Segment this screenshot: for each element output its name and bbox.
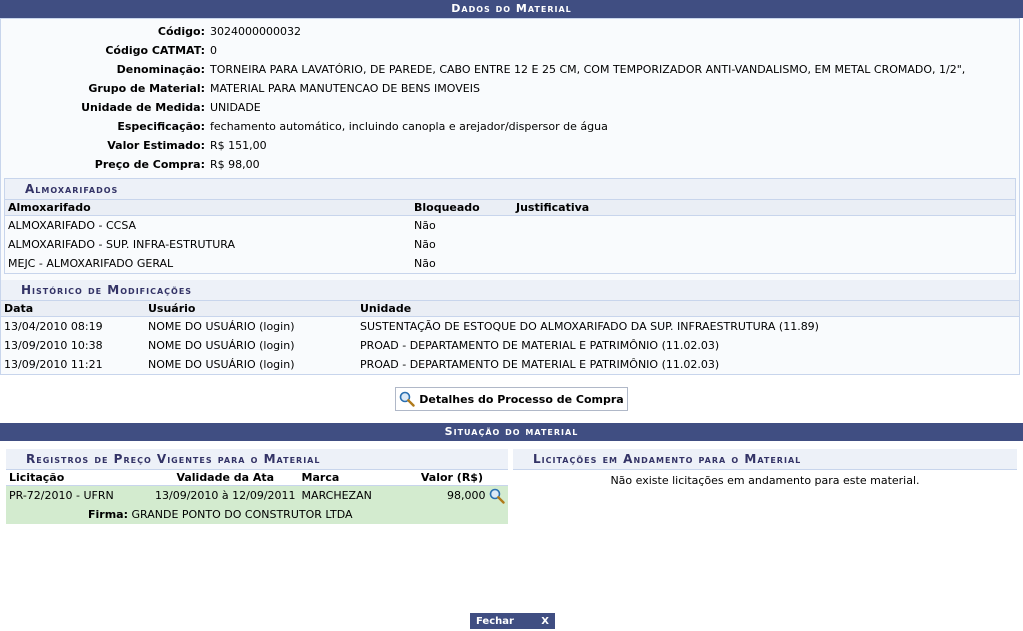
info-row: Código CATMAT: 0 <box>1 41 1019 60</box>
info-row: Especificação: fechamento automático, inc… <box>1 117 1019 136</box>
details-button-wrap: Detalhes do Processo de Compra <box>0 375 1023 423</box>
almox-justificativa <box>513 235 1015 254</box>
info-label: Valor Estimado: <box>107 139 205 152</box>
info-row: Unidade de Medida: UNIDADE <box>1 98 1019 117</box>
table-row: MEJC - ALMOXARIFADO GERAL Não <box>5 254 1015 273</box>
info-label: Código: <box>157 25 205 38</box>
info-row: Código: 3024000000032 <box>1 22 1019 41</box>
material-info: Código: 3024000000032 Código CATMAT: 0 Den… <box>1 19 1019 178</box>
col-marca: Marca <box>298 470 405 486</box>
col-justificativa: Justificativa <box>513 200 1015 216</box>
col-licitacao: Licitação <box>6 470 152 486</box>
info-label: Grupo de Material: <box>88 82 205 95</box>
details-process-label: Detalhes do Processo de Compra <box>419 392 624 406</box>
hist-unidade: PROAD - DEPARTAMENTO DE MATERIAL E PATRI… <box>360 358 720 371</box>
close-icon: X <box>541 615 549 627</box>
info-value: MATERIAL PARA MANUTENCAO DE BENS IMOVEIS <box>210 82 480 95</box>
reg-validade: 13/09/2010 à 12/09/2011 <box>152 485 299 505</box>
col-unidade: Unidade <box>357 301 1019 317</box>
magnifier-icon[interactable] <box>489 488 505 504</box>
situacao-header: Situação do material <box>0 423 1023 441</box>
almoxarifados-title: Almoxarifados <box>5 179 1015 200</box>
historico-table: Data Usuário Unidade 13/04/2010 08:19 NOM… <box>1 301 1019 374</box>
situacao-header-title: Situação do material <box>444 425 579 438</box>
reg-valor: 98,000 <box>447 488 486 502</box>
firma-value: GRANDE PONTO DO CONSTRUTOR LTDA <box>131 508 353 521</box>
reg-licitacao: PR-72/2010 - UFRN <box>6 485 152 505</box>
almox-name: ALMOXARIFADO - SUP. INFRA-ESTRUTURA <box>8 238 236 251</box>
info-value: UNIDADE <box>210 101 261 114</box>
registros-title: Registros de Preço Vigentes para o Mater… <box>6 449 508 470</box>
close-button[interactable]: Fechar X <box>470 613 555 629</box>
licitacoes-title: Licitações em Andamento para o Material <box>513 449 1017 470</box>
almox-name: ALMOXARIFADO - CCSA <box>8 219 137 232</box>
historico-section: Histórico de Modificações Data Usuário U… <box>1 280 1019 374</box>
almox-name: MEJC - ALMOXARIFADO GERAL <box>8 257 174 270</box>
info-row: Denominação: TORNEIRA PARA LAVATÓRIO, DE … <box>1 60 1019 79</box>
col-bloqueado: Bloqueado <box>411 200 513 216</box>
almox-bloqueado: Não <box>414 257 436 270</box>
hist-unidade: PROAD - DEPARTAMENTO DE MATERIAL E PATRI… <box>360 339 720 352</box>
col-validade: Validade da Ata <box>152 470 299 486</box>
almox-bloqueado: Não <box>414 238 436 251</box>
reg-valor-cell: 98,000 <box>404 485 508 505</box>
licitacoes-empty: Não existe licitações em andamento para … <box>610 474 920 487</box>
info-value: TORNEIRA PARA LAVATÓRIO, DE PAREDE, CABO… <box>210 63 966 76</box>
info-value: fechamento automático, incluindo canopla… <box>210 120 608 133</box>
material-panel: Código: 3024000000032 Código CATMAT: 0 Den… <box>0 18 1020 375</box>
table-row: ALMOXARIFADO - SUP. INFRA-ESTRUTURA Não <box>5 235 1015 254</box>
almox-justificativa <box>513 216 1015 236</box>
firma-label: Firma: <box>88 508 128 521</box>
col-almoxarifado: Almoxarifado <box>5 200 411 216</box>
hist-usuario: NOME DO USUÁRIO (login) <box>148 358 295 371</box>
reg-marca: MARCHEZAN <box>298 485 405 505</box>
almoxarifados-table: Almoxarifado Bloqueado Justificativa ALM… <box>5 200 1015 273</box>
table-row: PR-72/2010 - UFRN 13/09/2010 à 12/09/201… <box>6 485 508 505</box>
info-label: Unidade de Medida: <box>81 101 205 114</box>
info-label: Especificação: <box>117 120 205 133</box>
almoxarifados-section: Almoxarifados Almoxarifado Bloqueado Jus… <box>4 178 1016 274</box>
hist-usuario: NOME DO USUÁRIO (login) <box>148 339 295 352</box>
info-row: Grupo de Material: MATERIAL PARA MANUTENC… <box>1 79 1019 98</box>
almox-justificativa <box>513 254 1015 273</box>
info-value: 0 <box>210 44 217 57</box>
magnifier-icon <box>399 391 415 407</box>
info-row: Preço de Compra: R$ 98,00 <box>1 155 1019 174</box>
registros-section: Registros de Preço Vigentes para o Mater… <box>6 449 508 524</box>
info-value: R$ 151,00 <box>210 139 267 152</box>
col-usuario: Usuário <box>145 301 357 317</box>
table-row: ALMOXARIFADO - CCSA Não <box>5 216 1015 236</box>
material-header: Dados do Material <box>0 0 1023 18</box>
almox-bloqueado: Não <box>414 219 436 232</box>
table-row: 13/09/2010 10:38 NOME DO USUÁRIO (login) P… <box>1 336 1019 355</box>
info-label: Denominação: <box>116 63 205 76</box>
col-data: Data <box>1 301 145 317</box>
hist-data: 13/09/2010 11:21 <box>4 358 103 371</box>
info-value: R$ 98,00 <box>210 158 260 171</box>
hist-data: 13/04/2010 08:19 <box>4 320 103 333</box>
hist-unidade: SUSTENTAÇÃO DE ESTOQUE DO ALMOXARIFADO D… <box>360 320 819 333</box>
info-label: Código CATMAT: <box>105 44 205 57</box>
firma-cell: Firma: GRANDE PONTO DO CONSTRUTOR LTDA <box>6 505 508 524</box>
hist-data: 13/09/2010 10:38 <box>4 339 103 352</box>
col-valor: Valor (R$) <box>404 470 508 486</box>
historico-title: Histórico de Modificações <box>1 280 1019 301</box>
table-row: Firma: GRANDE PONTO DO CONSTRUTOR LTDA <box>6 505 508 524</box>
hist-usuario: NOME DO USUÁRIO (login) <box>148 320 295 333</box>
info-label: Preço de Compra: <box>94 158 205 171</box>
material-header-title: Dados do Material <box>451 2 572 15</box>
situacao-panel: Registros de Preço Vigentes para o Mater… <box>0 441 1023 524</box>
table-row: 13/04/2010 08:19 NOME DO USUÁRIO (login) S… <box>1 317 1019 337</box>
table-row: 13/09/2010 11:21 NOME DO USUÁRIO (login) P… <box>1 355 1019 374</box>
licitacoes-section: Licitações em Andamento para o Material … <box>513 449 1017 524</box>
details-process-button[interactable]: Detalhes do Processo de Compra <box>395 387 628 411</box>
close-label: Fechar <box>476 615 514 627</box>
info-row: Valor Estimado: R$ 151,00 <box>1 136 1019 155</box>
registros-table: Licitação Validade da Ata Marca Valor (R… <box>6 470 508 524</box>
info-value: 3024000000032 <box>210 25 301 38</box>
